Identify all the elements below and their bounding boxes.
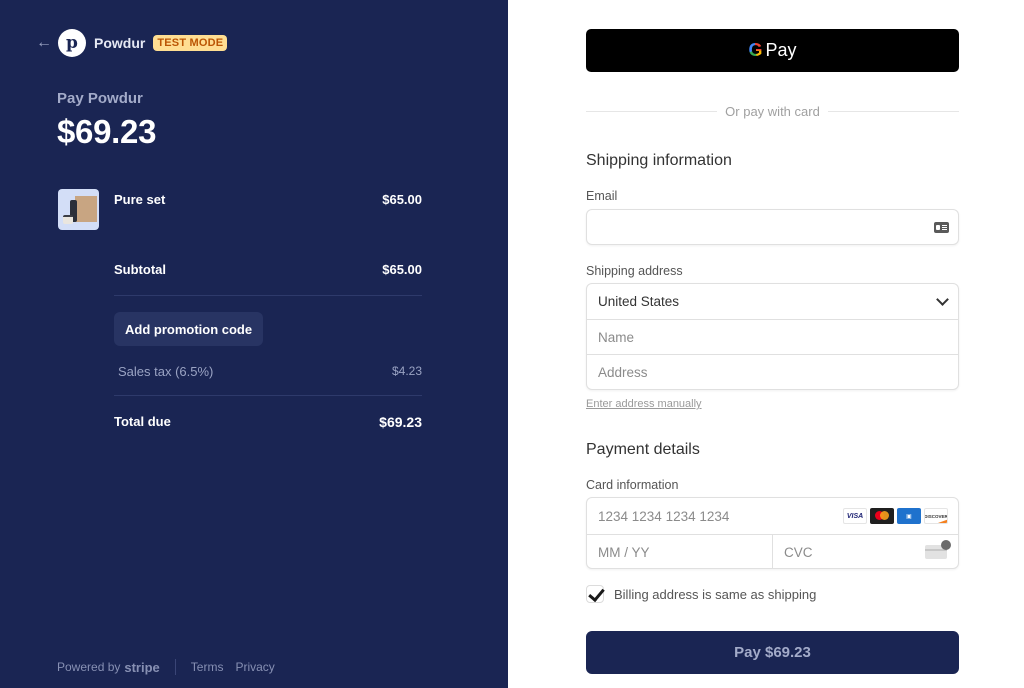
shipping-address-group: United States Name Address xyxy=(586,283,959,390)
tax-value: $4.23 xyxy=(391,364,422,378)
google-pay-label: Pay xyxy=(765,40,797,60)
chevron-down-icon xyxy=(936,293,949,306)
name-input[interactable]: Name xyxy=(587,319,958,354)
cvc-placeholder: CVC xyxy=(784,544,813,560)
email-field[interactable] xyxy=(586,209,959,245)
discover-icon: DISCOVER xyxy=(924,508,948,524)
total-due-value: $69.23 xyxy=(379,414,422,430)
line-item-price: $65.00 xyxy=(382,192,422,207)
product-jar-shape xyxy=(63,215,73,224)
billing-same-label: Billing address is same as shipping xyxy=(614,586,817,602)
enter-address-manually-link[interactable]: Enter address manually xyxy=(586,398,702,410)
country-value: United States xyxy=(598,294,680,309)
pay-button[interactable]: Pay $69.23 xyxy=(586,631,959,674)
card-information-group: 1234 1234 1234 1234 VISA ▣ DISCOVER MM /… xyxy=(586,497,959,569)
mastercard-icon xyxy=(870,508,894,524)
line-item-name: Pure set xyxy=(114,192,166,207)
card-brands: VISA ▣ DISCOVER xyxy=(843,508,948,524)
stripe-logo[interactable]: stripe xyxy=(124,660,159,675)
card-number-placeholder: 1234 1234 1234 1234 xyxy=(598,508,730,524)
billing-same-checkbox[interactable] xyxy=(586,585,604,603)
or-pay-with-card-divider: Or pay with card xyxy=(586,104,959,119)
address-input[interactable]: Address xyxy=(587,354,958,389)
card-information-label: Card information xyxy=(586,478,679,492)
expiry-placeholder: MM / YY xyxy=(598,544,650,560)
billing-same-as-shipping[interactable]: Billing address is same as shipping xyxy=(586,585,816,603)
tax-row: Sales tax (6.5%) $4.23 xyxy=(118,364,422,379)
product-image xyxy=(58,189,99,230)
address-placeholder: Address xyxy=(598,364,648,380)
country-select[interactable]: United States xyxy=(587,284,958,319)
divider-line xyxy=(586,111,718,112)
total-amount-heading: $69.23 xyxy=(57,113,157,150)
contact-card-icon[interactable] xyxy=(934,222,949,233)
arrow-left-icon[interactable]: ← xyxy=(36,35,52,51)
merchant-name: Powdur xyxy=(94,35,146,51)
merchant-header: ← p Powdur TEST MODE xyxy=(36,29,228,57)
shipping-address-label: Shipping address xyxy=(586,264,683,278)
privacy-link[interactable]: Privacy xyxy=(235,660,274,674)
total-due-label: Total due xyxy=(114,414,171,429)
order-summary-panel: ← p Powdur TEST MODE Pay Powdur $69.23 P… xyxy=(0,0,508,688)
subtotal-label: Subtotal xyxy=(114,262,166,277)
google-g-icon: G xyxy=(748,40,763,60)
cvc-input[interactable]: CVC xyxy=(773,534,959,569)
expiry-input[interactable]: MM / YY xyxy=(587,534,773,569)
divider-text: Or pay with card xyxy=(725,104,820,119)
merchant-logo: p xyxy=(58,29,86,57)
divider xyxy=(114,395,422,396)
footer-separator xyxy=(174,659,176,675)
subtotal-value: $65.00 xyxy=(382,262,422,277)
email-label: Email xyxy=(586,189,618,203)
payment-details-heading: Payment details xyxy=(586,441,700,458)
footer: Powered by stripe Terms Privacy xyxy=(57,659,287,675)
subtotal-row: Subtotal $65.00 xyxy=(114,262,422,277)
visa-icon: VISA xyxy=(843,508,867,524)
test-mode-badge: TEST MODE xyxy=(153,35,228,51)
cvc-card-icon xyxy=(925,540,951,559)
card-number-input[interactable]: 1234 1234 1234 1234 VISA ▣ DISCOVER xyxy=(587,498,958,534)
name-placeholder: Name xyxy=(598,329,635,345)
terms-link[interactable]: Terms xyxy=(191,660,224,674)
google-pay-button[interactable]: G Pay xyxy=(586,29,959,72)
divider-line xyxy=(827,111,959,112)
tax-label: Sales tax (6.5%) xyxy=(118,364,214,379)
product-box-shape xyxy=(75,196,97,222)
total-due-row: Total due $69.23 xyxy=(114,414,422,430)
checkout-form-panel: G Pay Or pay with card Shipping informat… xyxy=(508,0,1024,688)
line-item: Pure set $65.00 xyxy=(114,192,422,207)
shipping-information-heading: Shipping information xyxy=(586,152,732,169)
powered-by-text: Powered by xyxy=(57,660,121,674)
pay-merchant-label: Pay Powdur xyxy=(57,90,143,107)
divider xyxy=(114,295,422,296)
add-promotion-code-button[interactable]: Add promotion code xyxy=(114,312,264,346)
amex-icon: ▣ xyxy=(897,508,921,524)
